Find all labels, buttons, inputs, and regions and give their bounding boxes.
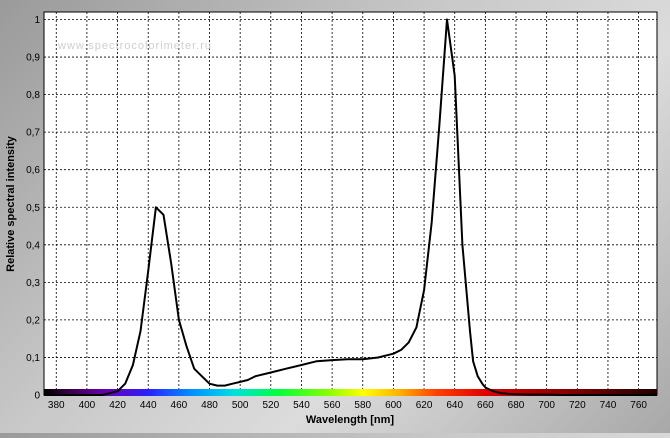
x-tick-label: 440 [140, 400, 157, 411]
plot-area [43, 11, 658, 396]
x-tick-label: 420 [109, 400, 126, 411]
y-tick-label: 0,9 [26, 53, 40, 64]
y-tick-label: 0,1 [26, 353, 40, 364]
chart-svg: www.spectrocolorimeter.ru 380 400 420 440 46… [5, 11, 658, 426]
x-tick-label: 760 [630, 400, 647, 411]
y-tick-label: 0,4 [26, 240, 40, 251]
x-tick-label: 740 [600, 400, 617, 411]
x-tick-labels: 380 400 420 440 460 480 500 520 540 560 580 600 620 6… [48, 400, 647, 411]
x-tick-label: 400 [79, 400, 96, 411]
x-tick-label: 620 [416, 400, 433, 411]
x-tick-label: 500 [232, 400, 249, 411]
x-tick-label: 540 [293, 400, 310, 411]
watermark: www.spectrocolorimeter.ru [57, 40, 212, 52]
x-tick-label: 480 [201, 400, 218, 411]
y-tick-label: 1 [34, 15, 40, 26]
x-tick-label: 460 [171, 400, 188, 411]
x-tick-label: 700 [538, 400, 555, 411]
y-tick-label: 0,3 [26, 278, 40, 289]
x-tick-label: 380 [48, 400, 65, 411]
y-tick-label: 0,7 [26, 128, 40, 139]
x-tick-label: 520 [262, 400, 279, 411]
x-tick-label: 600 [385, 400, 402, 411]
x-tick-label: 560 [324, 400, 341, 411]
x-axis-label: Wavelength [nm] [306, 414, 395, 426]
x-tick-label: 640 [446, 400, 463, 411]
y-tick-labels: 0 0,1 0,2 0,3 0,4 0,5 0,6 0,7 0,8 0,9 1 [26, 15, 40, 401]
y-tick-label: 0 [34, 391, 40, 402]
spectrum-chart: www.spectrocolorimeter.ru 380 400 420 440 46… [0, 0, 670, 433]
y-tick-label: 0,6 [26, 165, 40, 176]
y-tick-label: 0,5 [26, 203, 40, 214]
x-tick-label: 660 [477, 400, 494, 411]
x-tick-label: 720 [569, 400, 586, 411]
y-axis-label: Relative spectral intensity [5, 135, 17, 272]
y-tick-label: 0,2 [26, 315, 40, 326]
y-tick-label: 0,8 [26, 90, 40, 101]
x-tick-label: 680 [508, 400, 525, 411]
x-tick-label: 580 [354, 400, 371, 411]
